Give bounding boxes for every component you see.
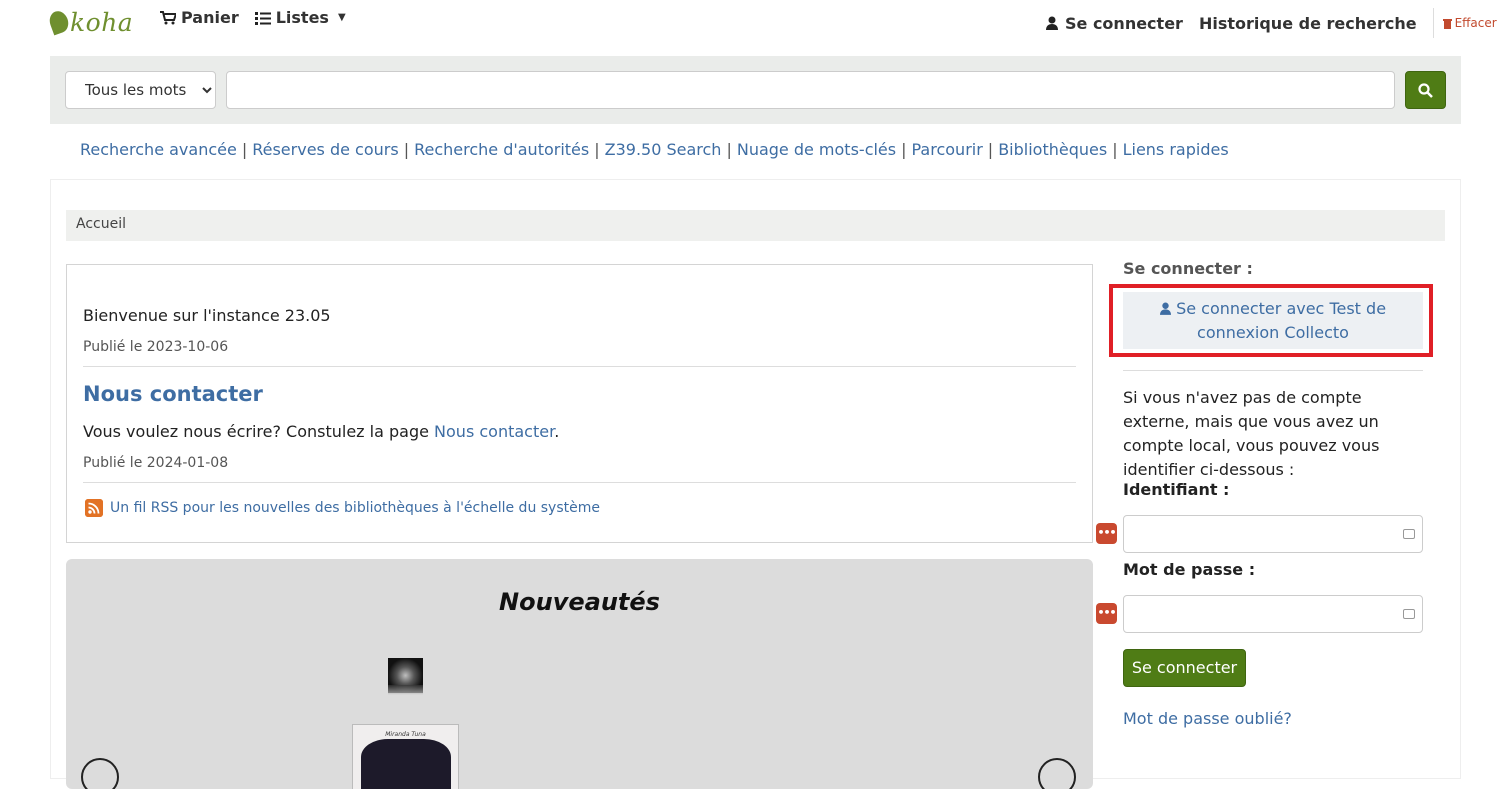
highlight-box — [1109, 284, 1433, 357]
password-label: Mot de passe : — [1123, 560, 1256, 579]
rss-link[interactable]: Un fil RSS pour les nouvelles des biblio… — [85, 499, 600, 517]
divider — [83, 366, 1076, 367]
news-panel: Bienvenue sur l'instance 23.05 Publié le… — [66, 264, 1093, 543]
news-date: Publié le 2023-10-06 — [83, 339, 229, 355]
forgot-password-link[interactable]: Mot de passe oublié? — [1123, 709, 1292, 728]
quick-links-bar: Recherche avancée | Réserves de cours | Rech… — [80, 140, 1229, 159]
lists-dropdown[interactable]: Listes ▼ — [254, 8, 346, 27]
carousel-title: Nouveautés — [499, 588, 660, 616]
link-browse[interactable]: Parcourir — [912, 140, 983, 159]
carousel-prev-icon[interactable] — [81, 758, 119, 789]
news-title: Nous contacter — [83, 382, 263, 406]
login-heading: Se connecter : — [1123, 259, 1253, 278]
autofill-icon[interactable] — [1403, 609, 1415, 619]
koha-logo[interactable]: koha — [46, 6, 134, 38]
leaf-icon — [46, 8, 72, 36]
rss-icon — [85, 499, 103, 517]
trash-icon — [1442, 18, 1452, 29]
search-history-link[interactable]: Historique de recherche — [1199, 14, 1417, 33]
search-history-label: Historique de recherche — [1198, 13, 1417, 33]
book-cover[interactable]: Miranda Tuna — [352, 724, 459, 789]
link-quick-links[interactable]: Liens rapides — [1123, 140, 1229, 159]
divider — [1123, 370, 1423, 371]
new-items-carousel: Nouveautés Miranda Tuna — [66, 559, 1093, 789]
divider — [83, 482, 1076, 483]
link-tag-cloud[interactable]: Nuage de mots-clés — [737, 140, 896, 159]
search-scope-select[interactable]: Tous les mots — [65, 71, 216, 109]
link-z3950[interactable]: Z39.50 Search — [605, 140, 722, 159]
password-manager-icon[interactable]: ••• — [1096, 603, 1117, 624]
news-body: Vous voulez nous écrire? Constulez la pa… — [83, 422, 560, 441]
news-title: Bienvenue sur l'instance 23.05 — [83, 306, 331, 325]
autofill-icon[interactable] — [1403, 529, 1415, 539]
carousel-next-icon[interactable] — [1038, 758, 1076, 789]
link-authority-search[interactable]: Recherche d'autorités — [414, 140, 589, 159]
clear-label: Effacer — [1454, 16, 1497, 30]
cart-button[interactable]: Panier — [160, 8, 239, 27]
search-icon — [1418, 82, 1433, 98]
search-bar: Tous les mots — [50, 56, 1461, 124]
link-course-reserves[interactable]: Réserves de cours — [252, 140, 398, 159]
breadcrumb-home[interactable]: Accueil — [76, 216, 126, 232]
book-cover-text: Miranda Tuna — [385, 731, 426, 738]
cart-label: Panier — [181, 8, 239, 27]
password-field[interactable] — [1123, 595, 1423, 633]
login-label: Se connecter — [1065, 13, 1183, 33]
divider — [1432, 8, 1434, 38]
top-navbar: koha Panier Listes ▼ Se connecter Histor… — [0, 0, 1512, 42]
cart-icon — [160, 10, 176, 24]
lists-label: Listes — [275, 8, 329, 27]
search-input[interactable] — [226, 71, 1395, 109]
search-button[interactable] — [1405, 71, 1446, 109]
breadcrumb: Accueil — [66, 210, 1445, 241]
contact-link[interactable]: Nous contacter — [434, 422, 554, 441]
caret-down-icon: ▼ — [337, 12, 346, 23]
list-icon — [254, 11, 271, 25]
user-icon — [1046, 16, 1058, 30]
password-manager-icon[interactable]: ••• — [1096, 523, 1117, 544]
username-field[interactable] — [1123, 515, 1423, 553]
link-advanced-search[interactable]: Recherche avancée — [80, 140, 237, 159]
cover-reflection — [388, 685, 423, 695]
login-info: Si vous n'avez pas de compte externe, ma… — [1123, 388, 1380, 479]
login-link[interactable]: Se connecter — [1046, 14, 1183, 33]
username-label: Identifiant : — [1123, 480, 1230, 499]
link-libraries[interactable]: Bibliothèques — [998, 140, 1107, 159]
news-date: Publié le 2024-01-08 — [83, 455, 229, 471]
cat-image — [361, 739, 451, 789]
clear-history-link[interactable]: Effacer — [1442, 16, 1497, 30]
logo-text: koha — [70, 7, 134, 37]
login-submit-button[interactable]: Se connecter — [1123, 649, 1246, 687]
rss-label: Un fil RSS pour les nouvelles des biblio… — [110, 500, 600, 516]
